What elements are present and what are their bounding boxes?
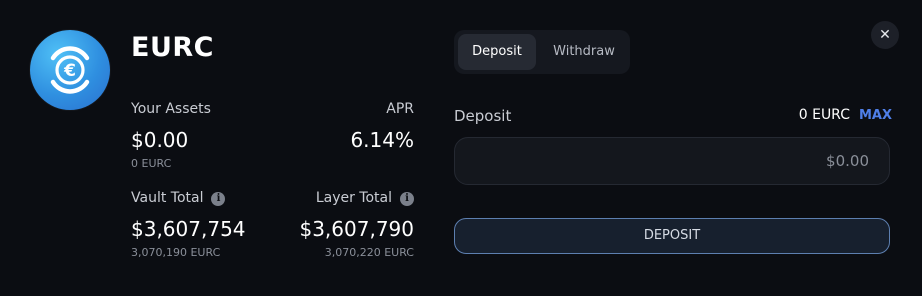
close-button[interactable]: ✕ (871, 21, 899, 49)
layer-total-label-row: Layer Total i (280, 190, 414, 206)
wallet-balance: 0 EURC (798, 107, 850, 123)
tab-deposit[interactable]: Deposit (458, 34, 536, 70)
your-assets-label: Your Assets (131, 101, 211, 117)
apr-value: 6.14% (350, 128, 414, 152)
layer-total-label: Layer Total (315, 190, 392, 206)
vault-total-label: Vault Total (131, 190, 204, 206)
vault-total-sub: 3,070,190 EURC (131, 246, 221, 259)
deposit-amount-input[interactable] (454, 137, 890, 185)
layer-total-value: $3,607,790 (299, 217, 414, 241)
token-name: EURC (131, 32, 214, 63)
euro-coin-icon: € (30, 30, 110, 110)
euro-coin-svg: € (50, 46, 90, 94)
vault-total-label-row: Vault Total i (131, 190, 226, 206)
your-assets-value: $0.00 (131, 128, 189, 152)
tab-withdraw[interactable]: Withdraw (540, 34, 628, 70)
close-icon: ✕ (879, 27, 891, 43)
your-assets-sub: 0 EURC (131, 157, 172, 170)
vault-total-value: $3,607,754 (131, 217, 246, 241)
info-icon[interactable]: i (400, 192, 414, 206)
svg-text:€: € (63, 61, 76, 81)
layer-total-sub: 3,070,220 EURC (324, 246, 414, 259)
apr-label: APR (386, 101, 414, 117)
max-button[interactable]: MAX (859, 108, 892, 123)
deposit-field-label: Deposit (454, 107, 512, 125)
deposit-button[interactable]: DEPOSIT (454, 218, 890, 254)
info-icon[interactable]: i (211, 192, 226, 206)
deposit-withdraw-tabs: Deposit Withdraw (454, 30, 630, 74)
